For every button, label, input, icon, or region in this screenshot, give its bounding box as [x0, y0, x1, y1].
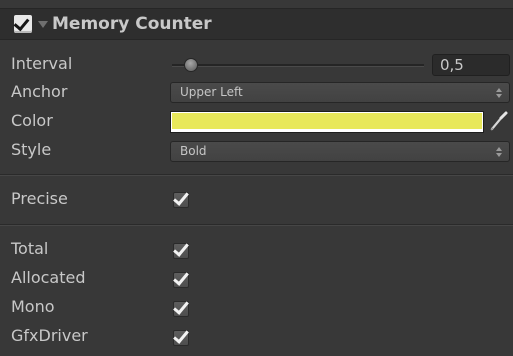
mono-checkbox[interactable] — [173, 298, 189, 317]
eyedropper-icon[interactable] — [489, 110, 509, 132]
color-swatch — [172, 113, 482, 129]
interval-label: Interval — [11, 54, 73, 73]
precise-checkbox[interactable] — [173, 189, 189, 208]
updown-arrows-icon — [496, 88, 502, 98]
total-label: Total — [11, 239, 49, 258]
component-title: Memory Counter — [52, 14, 212, 34]
interval-slider-track[interactable] — [172, 64, 424, 67]
check-icon — [173, 269, 189, 286]
inspector-panel: Memory Counter Interval 0,5 Anchor Upper… — [0, 0, 513, 356]
total-checkbox[interactable] — [173, 240, 189, 259]
anchor-dropdown-value: Upper Left — [180, 85, 243, 99]
mono-label: Mono — [11, 297, 55, 316]
gfx-driver-label: GfxDriver — [11, 326, 88, 345]
gfx-driver-checkbox[interactable] — [173, 327, 189, 346]
allocated-label: Allocated — [11, 268, 86, 287]
style-label: Style — [11, 140, 52, 159]
triangle-down-icon[interactable] — [38, 21, 48, 28]
check-icon — [13, 14, 30, 32]
style-dropdown[interactable]: Bold — [170, 141, 510, 162]
updown-arrows-icon — [496, 147, 502, 157]
check-icon — [173, 327, 189, 344]
separator — [0, 224, 513, 226]
anchor-label: Anchor — [11, 82, 68, 101]
component-enabled-checkbox[interactable] — [13, 14, 32, 33]
check-icon — [173, 298, 189, 315]
check-icon — [173, 189, 189, 206]
color-field[interactable] — [170, 111, 484, 133]
interval-slider-thumb[interactable] — [183, 58, 198, 72]
check-icon — [173, 240, 189, 257]
precise-label: Precise — [11, 189, 68, 208]
component-header[interactable]: Memory Counter — [0, 8, 513, 40]
anchor-dropdown[interactable]: Upper Left — [170, 82, 510, 103]
color-label: Color — [11, 111, 53, 130]
separator — [0, 174, 513, 176]
style-dropdown-value: Bold — [180, 144, 207, 158]
allocated-checkbox[interactable] — [173, 269, 189, 288]
interval-value-field[interactable]: 0,5 — [432, 54, 510, 76]
